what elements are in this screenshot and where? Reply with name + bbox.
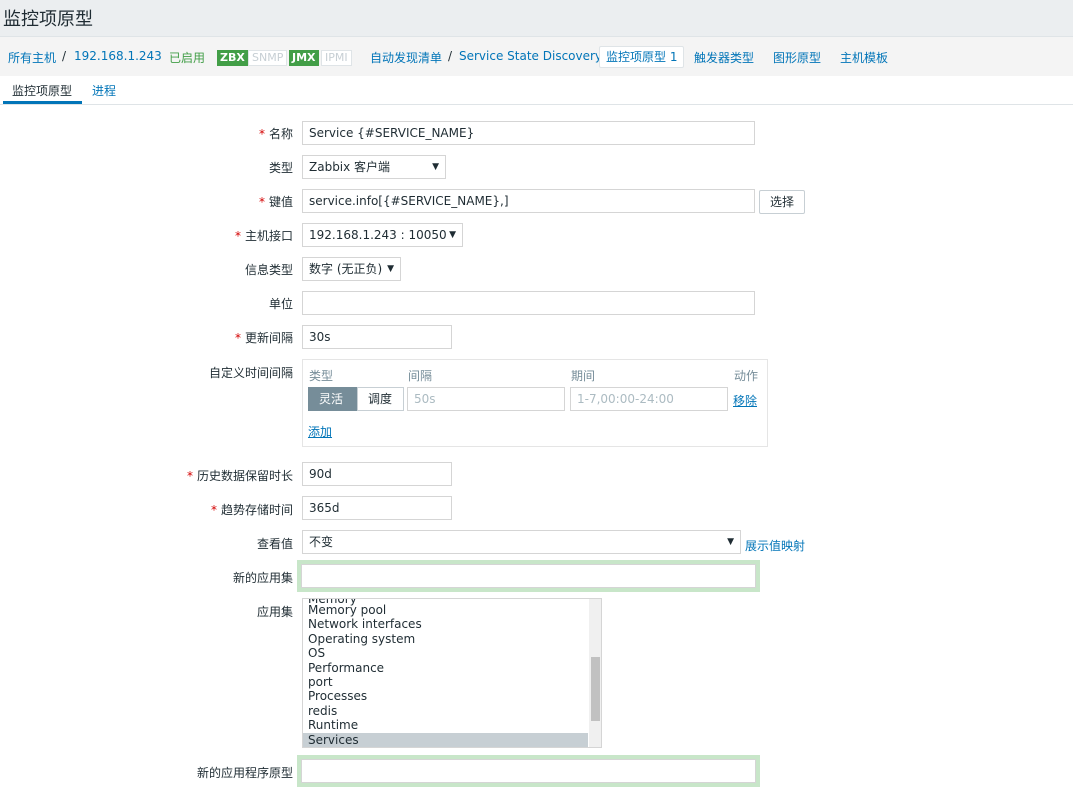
- list-item[interactable]: OS: [308, 646, 325, 660]
- valuemap-label: 查看值: [256, 537, 293, 551]
- chevron-down-icon: ▼: [727, 537, 734, 547]
- type-select[interactable]: Zabbix 客户端 ▼: [302, 155, 446, 179]
- name-label: * 名称: [258, 127, 293, 141]
- chevron-down-icon: ▼: [449, 230, 456, 240]
- update-interval-label: * 更新间隔: [234, 331, 293, 345]
- new-app-prototype-label: 新的应用程序原型: [196, 766, 293, 780]
- zbx-status-badge: ZBX: [217, 50, 248, 66]
- col-interval-header: 间隔: [408, 369, 433, 383]
- new-application-focus-ring: [297, 560, 760, 592]
- units-input[interactable]: [302, 291, 755, 315]
- item-prototype-form: * 名称 Service {#SERVICE_NAME} 类型 Zabbix 客户…: [0, 105, 1073, 789]
- tab-item-prototype[interactable]: 监控项原型: [12, 82, 72, 99]
- snmp-status-badge: SNMP: [248, 50, 288, 66]
- new-application-input[interactable]: [301, 564, 756, 588]
- show-value-mappings-link[interactable]: 展示值映射: [745, 537, 805, 554]
- name-input[interactable]: Service {#SERVICE_NAME}: [302, 121, 755, 145]
- tab-process[interactable]: 进程: [92, 82, 116, 99]
- valuemap-select[interactable]: 不变 ▼: [302, 530, 741, 554]
- breadcrumb-separator: /: [448, 49, 453, 63]
- new-application-label: 新的应用集: [232, 571, 293, 585]
- interval-input[interactable]: 50s: [407, 387, 565, 411]
- list-item[interactable]: Processes: [308, 689, 367, 703]
- scheduling-toggle[interactable]: 调度: [357, 387, 404, 411]
- list-item-selected[interactable]: Services: [303, 733, 588, 747]
- breadcrumb-discovery-rule[interactable]: Service State Discovery: [459, 49, 602, 63]
- list-item[interactable]: redis: [308, 704, 337, 718]
- ipmi-status-badge: IPMI: [321, 50, 352, 66]
- jmx-status-badge: JMX: [289, 50, 319, 66]
- key-input[interactable]: service.info[{#SERVICE_NAME},]: [302, 189, 755, 213]
- host-status-enabled[interactable]: 已启用: [169, 49, 205, 66]
- update-interval-input[interactable]: 30s: [302, 325, 452, 349]
- flexible-toggle[interactable]: 灵活: [308, 387, 357, 411]
- col-type-header: 类型: [309, 369, 334, 383]
- period-input[interactable]: 1-7,00:00-24:00: [570, 387, 728, 411]
- list-item[interactable]: Network interfaces: [308, 617, 422, 631]
- tab-host-prototypes[interactable]: 主机模板: [840, 49, 888, 66]
- form-tabs: 监控项原型 进程: [0, 76, 1073, 105]
- tab-graph-prototypes[interactable]: 图形原型: [773, 49, 821, 66]
- history-input[interactable]: 90d: [302, 462, 452, 486]
- applications-label: 应用集: [256, 605, 293, 619]
- list-item[interactable]: port: [308, 675, 333, 689]
- tab-item-prototypes[interactable]: 监控项原型 1: [599, 46, 685, 68]
- col-period-header: 期间: [571, 369, 596, 383]
- breadcrumb-discovery-list[interactable]: 自动发现清单: [370, 49, 442, 66]
- active-tab-indicator: [3, 101, 82, 104]
- list-item[interactable]: Memory pool: [308, 603, 386, 617]
- list-item[interactable]: Operating system: [308, 632, 415, 646]
- listbox-scrollbar[interactable]: [589, 599, 601, 747]
- chevron-down-icon: ▼: [432, 162, 439, 172]
- units-label: 单位: [268, 297, 293, 311]
- info-type-label: 信息类型: [244, 263, 293, 277]
- list-item[interactable]: Performance: [308, 661, 384, 675]
- history-label: * 历史数据保留时长: [186, 469, 293, 483]
- list-item[interactable]: Runtime: [308, 718, 358, 732]
- col-action-header: 动作: [734, 369, 759, 383]
- custom-intervals-table: 类型 间隔 期间 动作 灵活 调度 50s 1-7,00:00-24:00 移除…: [302, 359, 768, 447]
- select-key-button[interactable]: 选择: [759, 190, 806, 214]
- new-app-prototype-input[interactable]: [301, 759, 756, 783]
- breadcrumb: 所有主机 / 192.168.1.243 已启用 ZBX SNMP JMX IP…: [0, 36, 1073, 76]
- applications-listbox[interactable]: Memory Memory pool Network interfaces Op…: [302, 598, 602, 748]
- page-title: 监控项原型: [3, 9, 93, 30]
- tab-trigger-prototypes[interactable]: 触发器类型: [694, 49, 754, 66]
- breadcrumb-all-hosts[interactable]: 所有主机: [8, 49, 56, 66]
- scrollbar-thumb[interactable]: [591, 657, 600, 721]
- add-interval-link[interactable]: 添加: [308, 423, 332, 440]
- interface-label: * 主机接口: [234, 229, 293, 243]
- info-type-select[interactable]: 数字 (无正负) ▼: [302, 257, 401, 281]
- remove-interval-link[interactable]: 移除: [733, 392, 757, 409]
- trends-input[interactable]: 365d: [302, 496, 452, 520]
- trends-label: * 趋势存储时间: [210, 503, 293, 517]
- breadcrumb-host[interactable]: 192.168.1.243: [74, 49, 162, 63]
- type-label: 类型: [268, 161, 293, 175]
- chevron-down-icon: ▼: [387, 264, 394, 274]
- key-label: * 键值: [258, 195, 293, 209]
- new-app-prototype-focus-ring: [297, 755, 760, 787]
- custom-intervals-label: 自定义时间间隔: [208, 366, 293, 380]
- interface-select[interactable]: 192.168.1.243 : 10050 ▼: [302, 223, 463, 247]
- breadcrumb-separator: /: [62, 49, 67, 63]
